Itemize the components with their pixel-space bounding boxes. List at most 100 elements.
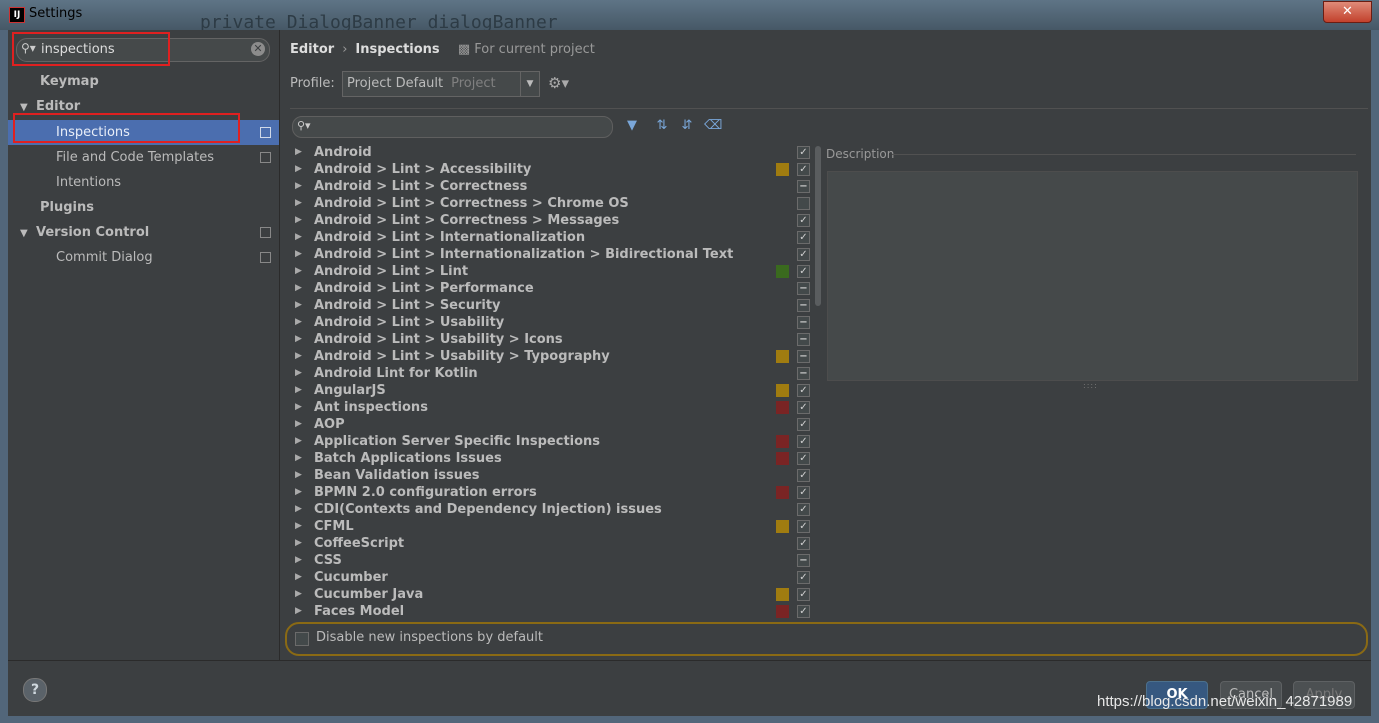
expand-arrow-icon[interactable]: ▶: [295, 603, 302, 620]
inspection-row[interactable]: ▶ BPMN 2.0 configuration errors ✓: [290, 484, 810, 501]
inspection-enabled-checkbox[interactable]: ✓: [797, 571, 810, 584]
inspection-row[interactable]: ▶ Android > Lint > Usability > Icons −: [290, 331, 810, 348]
inspection-enabled-checkbox[interactable]: ✓: [797, 486, 810, 499]
inspection-row[interactable]: ▶ AOP ✓: [290, 416, 810, 433]
inspection-row[interactable]: ▶ CoffeeScript ✓: [290, 535, 810, 552]
inspection-row[interactable]: ▶ CDI(Contexts and Dependency Injection) …: [290, 501, 810, 518]
inspection-enabled-checkbox[interactable]: ✓: [797, 146, 810, 159]
inspection-enabled-checkbox[interactable]: ✓: [797, 384, 810, 397]
inspection-row[interactable]: ▶ Faces Model ✓: [290, 603, 810, 620]
expand-arrow-icon[interactable]: ▶: [295, 586, 302, 603]
inspection-row[interactable]: ▶ Android > Lint > Correctness −: [290, 178, 810, 195]
inspection-enabled-checkbox[interactable]: ✓: [797, 163, 810, 176]
inspection-enabled-checkbox[interactable]: −: [797, 180, 810, 193]
sidebar-item-version-control[interactable]: ▼ Version Control: [20, 220, 149, 245]
splitter-grip[interactable]: ::::: [1083, 381, 1098, 390]
profile-dropdown[interactable]: Project Default Project ▼: [342, 71, 540, 97]
expand-arrow-icon[interactable]: ▶: [295, 484, 302, 501]
inspection-enabled-checkbox[interactable]: ✓: [797, 503, 810, 516]
inspection-row[interactable]: ▶ Ant inspections ✓: [290, 399, 810, 416]
inspection-enabled-checkbox[interactable]: ✓: [797, 520, 810, 533]
inspection-enabled-checkbox[interactable]: ✓: [797, 231, 810, 244]
expand-arrow-icon[interactable]: ▶: [295, 399, 302, 416]
disable-new-inspections-checkbox[interactable]: [295, 632, 309, 646]
inspection-row[interactable]: ▶ Android > Lint > Lint ✓: [290, 263, 810, 280]
sidebar-item-keymap[interactable]: Keymap: [40, 69, 99, 94]
inspection-enabled-checkbox[interactable]: ✓: [797, 537, 810, 550]
inspection-row[interactable]: ▶ Batch Applications Issues ✓: [290, 450, 810, 467]
expand-arrow-icon[interactable]: ▶: [295, 450, 302, 467]
expand-arrow-icon[interactable]: ▶: [295, 535, 302, 552]
expand-arrow-icon[interactable]: ▶: [295, 263, 302, 280]
inspection-row[interactable]: ▶ Android > Lint > Internationalization >…: [290, 246, 810, 263]
expand-arrow-icon[interactable]: ▶: [295, 467, 302, 484]
inspection-enabled-checkbox[interactable]: −: [797, 299, 810, 312]
expand-arrow-icon[interactable]: ▶: [295, 246, 302, 263]
expand-arrow-icon[interactable]: ▶: [295, 178, 302, 195]
inspection-row[interactable]: ▶ Application Server Specific Inspections…: [290, 433, 810, 450]
inspection-enabled-checkbox[interactable]: −: [797, 282, 810, 295]
inspection-enabled-checkbox[interactable]: ✓: [797, 401, 810, 414]
expand-arrow-icon[interactable]: ▶: [295, 416, 302, 433]
sidebar-item-commit-dialog[interactable]: Commit Dialog: [56, 245, 153, 270]
clear-search-icon[interactable]: ✕: [251, 42, 265, 56]
expand-arrow-icon[interactable]: ▼: [20, 221, 36, 246]
expand-arrow-icon[interactable]: ▶: [295, 365, 302, 382]
expand-arrow-icon[interactable]: ▶: [295, 280, 302, 297]
reset-icon[interactable]: ⌫: [704, 118, 722, 134]
inspection-row[interactable]: ▶ AngularJS ✓: [290, 382, 810, 399]
close-button[interactable]: ✕: [1323, 1, 1372, 23]
sidebar-item-intentions[interactable]: Intentions: [56, 170, 121, 195]
expand-arrow-icon[interactable]: ▶: [295, 229, 302, 246]
inspection-enabled-checkbox[interactable]: ✓: [797, 452, 810, 465]
inspection-row[interactable]: ▶ Android > Lint > Correctness > Messages…: [290, 212, 810, 229]
inspection-row[interactable]: ▶ Android Lint for Kotlin −: [290, 365, 810, 382]
inspection-enabled-checkbox[interactable]: [797, 197, 810, 210]
tree-scrollbar[interactable]: [815, 146, 821, 306]
expand-arrow-icon[interactable]: ▶: [295, 569, 302, 586]
inspection-row[interactable]: ▶ Android > Lint > Usability −: [290, 314, 810, 331]
inspection-row[interactable]: ▶ Android > Lint > Usability > Typography…: [290, 348, 810, 365]
inspection-row[interactable]: ▶ Android > Lint > Security −: [290, 297, 810, 314]
inspection-enabled-checkbox[interactable]: −: [797, 367, 810, 380]
expand-arrow-icon[interactable]: ▶: [295, 518, 302, 535]
expand-arrow-icon[interactable]: ▶: [295, 433, 302, 450]
expand-arrow-icon[interactable]: ▶: [295, 331, 302, 348]
inspection-row[interactable]: ▶ Android > Lint > Correctness > Chrome O…: [290, 195, 810, 212]
collapse-all-icon[interactable]: ⇵: [679, 118, 695, 134]
filter-icon[interactable]: ▼: [624, 118, 640, 134]
expand-arrow-icon[interactable]: ▶: [295, 195, 302, 212]
inspection-row[interactable]: ▶ CFML ✓: [290, 518, 810, 535]
expand-arrow-icon[interactable]: ▶: [295, 212, 302, 229]
chevron-down-icon[interactable]: ▼: [520, 72, 539, 96]
inspection-row[interactable]: ▶ CSS −: [290, 552, 810, 569]
inspection-enabled-checkbox[interactable]: ✓: [797, 248, 810, 261]
inspection-enabled-checkbox[interactable]: −: [797, 554, 810, 567]
inspection-row[interactable]: ▶ Android > Lint > Internationalization ✓: [290, 229, 810, 246]
expand-arrow-icon[interactable]: ▶: [295, 314, 302, 331]
inspection-enabled-checkbox[interactable]: −: [797, 333, 810, 346]
inspection-enabled-checkbox[interactable]: ✓: [797, 605, 810, 618]
expand-arrow-icon[interactable]: ▶: [295, 382, 302, 399]
inspection-row[interactable]: ▶ Android ✓: [290, 144, 810, 161]
sidebar-item-file-and-code-templates[interactable]: File and Code Templates: [56, 145, 214, 170]
inspection-enabled-checkbox[interactable]: −: [797, 350, 810, 363]
gear-icon[interactable]: ⚙▾: [548, 74, 569, 92]
inspection-row[interactable]: ▶ Android > Lint > Accessibility ✓: [290, 161, 810, 178]
inspection-enabled-checkbox[interactable]: ✓: [797, 588, 810, 601]
expand-all-icon[interactable]: ⇅: [654, 118, 670, 134]
inspection-row[interactable]: ▶ Bean Validation issues ✓: [290, 467, 810, 484]
expand-arrow-icon[interactable]: ▶: [295, 144, 302, 161]
expand-arrow-icon[interactable]: ▶: [295, 501, 302, 518]
inspection-row[interactable]: ▶ Android > Lint > Performance −: [290, 280, 810, 297]
expand-arrow-icon[interactable]: ▶: [295, 161, 302, 178]
inspection-enabled-checkbox[interactable]: ✓: [797, 469, 810, 482]
inspection-enabled-checkbox[interactable]: ✓: [797, 418, 810, 431]
inspection-enabled-checkbox[interactable]: ✓: [797, 265, 810, 278]
expand-arrow-icon[interactable]: ▶: [295, 297, 302, 314]
inspection-filter-input[interactable]: ⚲▾: [292, 116, 613, 138]
sidebar-item-plugins[interactable]: Plugins: [40, 195, 94, 220]
inspection-enabled-checkbox[interactable]: ✓: [797, 214, 810, 227]
help-button[interactable]: ?: [23, 678, 47, 702]
inspection-row[interactable]: ▶ Cucumber Java ✓: [290, 586, 810, 603]
